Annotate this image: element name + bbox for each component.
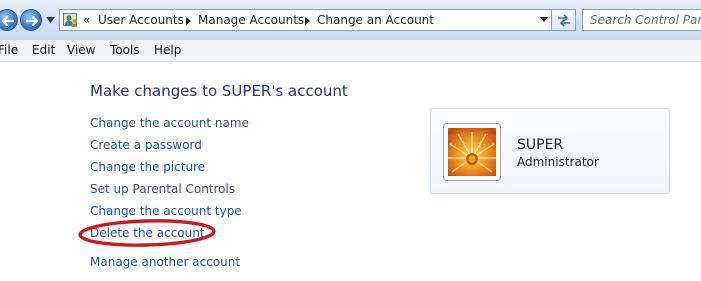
address-bar[interactable]: « User Accounts Manage Accounts Change a… <box>59 9 575 31</box>
change-picture-link[interactable]: Change the picture <box>90 160 205 174</box>
menu-file[interactable]: File <box>0 43 18 57</box>
change-account-name-link[interactable]: Change the account name <box>90 116 249 130</box>
search-input[interactable]: Search Control Panel <box>582 9 701 31</box>
breadcrumb-separator-icon[interactable] <box>305 17 310 25</box>
parental-controls-link[interactable]: Set up Parental Controls <box>90 182 235 196</box>
account-picture <box>443 123 501 181</box>
orange-flower-icon <box>448 128 496 176</box>
change-account-type-link[interactable]: Change the account type <box>90 204 242 218</box>
menu-tools[interactable]: Tools <box>110 43 140 57</box>
refresh-button[interactable] <box>551 9 576 31</box>
page-title: Make changes to SUPER's account <box>90 82 348 100</box>
menu-bar: File Edit View Tools Help <box>0 40 701 62</box>
forward-button[interactable] <box>20 9 42 31</box>
address-history-chevron-down-icon[interactable] <box>540 17 548 22</box>
forward-arrow-icon <box>25 15 39 27</box>
create-password-link[interactable]: Create a password <box>90 138 202 152</box>
account-card: SUPER Administrator <box>430 108 670 194</box>
back-arrow-icon <box>1 15 15 27</box>
menu-view[interactable]: View <box>67 43 95 57</box>
menu-help[interactable]: Help <box>154 43 181 57</box>
breadcrumb-user-accounts[interactable]: User Accounts <box>98 13 184 27</box>
recent-pages-chevron-down-icon[interactable] <box>46 17 55 23</box>
account-name: SUPER <box>517 137 564 153</box>
back-button[interactable] <box>0 9 18 31</box>
refresh-icon <box>558 14 570 27</box>
breadcrumb-change-an-account[interactable]: Change an Account <box>317 13 434 27</box>
menu-edit[interactable]: Edit <box>32 43 55 57</box>
breadcrumb-manage-accounts[interactable]: Manage Accounts <box>198 13 304 27</box>
manage-another-account-link[interactable]: Manage another account <box>90 255 240 269</box>
red-highlight-ellipse <box>78 219 216 247</box>
breadcrumb-separator-icon[interactable] <box>186 17 191 25</box>
control-panel-users-icon <box>63 13 78 27</box>
breadcrumb-overflow-chevron[interactable]: « <box>83 13 90 27</box>
account-type: Administrator <box>517 155 599 169</box>
navigation-bar: « User Accounts Manage Accounts Change a… <box>0 0 701 40</box>
